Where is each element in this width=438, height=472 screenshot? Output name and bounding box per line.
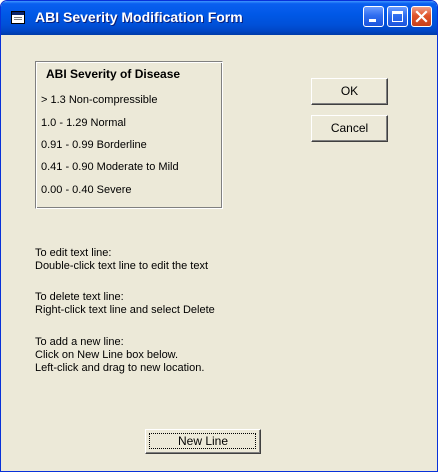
minimize-button[interactable] bbox=[363, 6, 384, 27]
cancel-button[interactable]: Cancel bbox=[311, 115, 388, 142]
severity-line[interactable]: 1.0 - 1.29 Normal bbox=[41, 117, 126, 129]
form-icon[interactable] bbox=[11, 11, 25, 24]
close-icon bbox=[415, 10, 428, 23]
delete-instruction-detail: Right-click text line and select Delete bbox=[35, 304, 215, 316]
severity-line[interactable]: > 1.3 Non-compressible bbox=[41, 94, 157, 106]
minimize-icon bbox=[369, 19, 376, 22]
add-instruction-title: To add a new line: bbox=[35, 336, 124, 348]
edit-instruction-title: To edit text line: bbox=[35, 247, 112, 259]
severity-heading[interactable]: ABI Severity of Disease bbox=[46, 67, 180, 81]
maximize-button[interactable] bbox=[387, 6, 408, 27]
form-window: ABI Severity Modification Form ABI Sever… bbox=[0, 0, 438, 472]
ok-button[interactable]: OK bbox=[311, 78, 388, 105]
severity-line[interactable]: 0.00 - 0.40 Severe bbox=[41, 184, 132, 196]
window-title: ABI Severity Modification Form bbox=[35, 9, 243, 25]
dialog-body: ABI Severity of Disease > 1.3 Non-compre… bbox=[4, 35, 434, 470]
new-line-button[interactable]: New Line bbox=[145, 429, 261, 454]
maximize-icon bbox=[392, 11, 403, 22]
edit-instruction-detail: Double-click text line to edit the text bbox=[35, 260, 209, 272]
severity-box: ABI Severity of Disease > 1.3 Non-compre… bbox=[35, 61, 223, 209]
delete-instruction-title: To delete text line: bbox=[35, 291, 124, 303]
close-button[interactable] bbox=[411, 6, 432, 27]
add-instruction-detail: Left-click and drag to new location. bbox=[35, 362, 205, 374]
title-bar[interactable]: ABI Severity Modification Form bbox=[1, 1, 437, 35]
severity-line[interactable]: 0.41 - 0.90 Moderate to Mild bbox=[41, 161, 179, 173]
focus-rectangle bbox=[149, 433, 256, 449]
add-instruction-detail: Click on New Line box below. bbox=[35, 349, 179, 361]
severity-line[interactable]: 0.91 - 0.99 Borderline bbox=[41, 139, 147, 151]
